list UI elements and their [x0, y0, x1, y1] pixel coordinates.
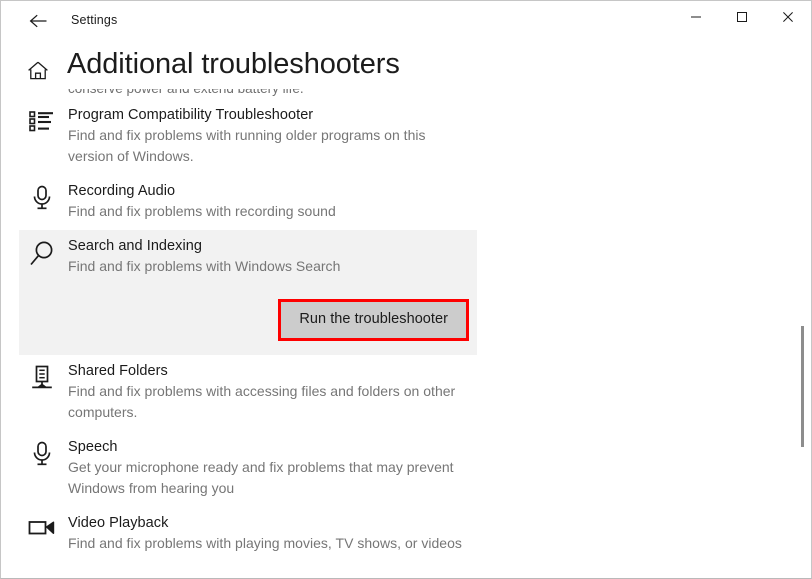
list-item-title: Video Playback	[68, 515, 169, 531]
list-item[interactable]: Recording Audio Find and fix problems wi…	[2, 175, 811, 230]
list-item-description: Find and fix problems with Windows Searc…	[68, 258, 341, 274]
list-item-title: Recording Audio	[68, 183, 176, 199]
home-icon[interactable]	[21, 54, 55, 88]
list-item[interactable]: Program Compatibility Troubleshooter Fin…	[2, 99, 811, 175]
list-item[interactable]: Video Playback Find and fix problems wit…	[2, 507, 811, 562]
page-header: Additional troubleshooters	[1, 40, 811, 88]
annotation-highlight-box: Run the troubleshooter	[278, 299, 469, 341]
list-item[interactable]: Shared Folders Find and fix problems wit…	[2, 355, 811, 431]
list-item-title: Program Compatibility Troubleshooter	[68, 107, 314, 123]
title-bar: Settings	[1, 1, 811, 40]
back-arrow-icon	[28, 12, 50, 30]
search-icon	[24, 236, 60, 270]
back-button[interactable]	[17, 5, 61, 37]
page-title: Additional troubleshooters	[67, 48, 400, 80]
list-item-description: Get your microphone ready and fix proble…	[68, 459, 454, 496]
list-item[interactable]: Speech Get your microphone ready and fix…	[2, 431, 811, 507]
video-camera-icon	[24, 513, 60, 547]
minimize-button[interactable]	[673, 1, 719, 37]
microphone-icon	[24, 437, 60, 471]
troubleshooter-list-scroll-area: conserve power and extend battery life.	[2, 89, 811, 578]
server-icon	[24, 361, 60, 395]
vertical-scrollbar[interactable]	[794, 89, 810, 578]
maximize-button[interactable]	[719, 1, 765, 37]
minimize-icon	[690, 10, 702, 28]
settings-window: Settings Additional troubleshooters Prog…	[0, 0, 812, 579]
clipped-previous-description: conserve power and extend battery life.	[2, 89, 811, 99]
list-item-description: Find and fix problems with recording sou…	[68, 203, 336, 219]
app-title: Settings	[71, 13, 118, 28]
list-icon	[24, 105, 60, 139]
action-row: Run the troubleshooter	[19, 299, 477, 341]
microphone-icon	[24, 181, 60, 215]
run-the-troubleshooter-button[interactable]: Run the troubleshooter	[281, 302, 466, 338]
list-item-description: Find and fix problems with running older…	[68, 127, 426, 164]
list-item-title: Shared Folders	[68, 363, 168, 379]
close-icon	[782, 10, 794, 28]
scrollbar-thumb[interactable]	[801, 326, 804, 447]
caption-button-group	[673, 1, 811, 37]
list-item-search-and-indexing[interactable]: Search and Indexing Find and fix problem…	[19, 230, 477, 355]
maximize-icon	[736, 10, 748, 28]
list-item-title: Speech	[68, 439, 118, 455]
close-button[interactable]	[765, 1, 811, 37]
list-item-description: Find and fix problems with playing movie…	[68, 535, 462, 551]
list-item-title: Search and Indexing	[68, 238, 202, 254]
list-item-description: Find and fix problems with accessing fil…	[68, 383, 456, 420]
